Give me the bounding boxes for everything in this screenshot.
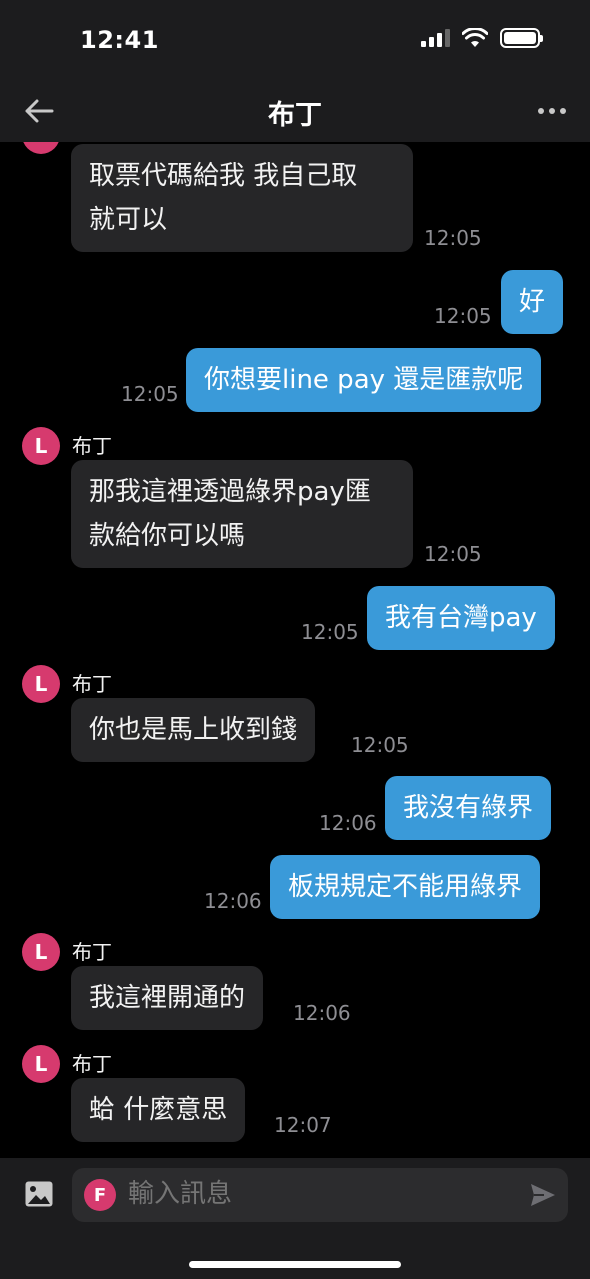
input-bar: F bbox=[0, 1158, 590, 1279]
outgoing-message[interactable]: 好 bbox=[501, 270, 564, 334]
sender-avatar[interactable]: L bbox=[22, 1045, 60, 1083]
incoming-message[interactable]: 那我這裡透過綠界pay匯 款給你可以嗎 bbox=[71, 460, 413, 568]
chat-title: 布丁 bbox=[268, 100, 322, 131]
sender-avatar[interactable]: L bbox=[22, 665, 60, 703]
message-time: 12:05 bbox=[351, 733, 409, 757]
sender-avatar[interactable]: L bbox=[22, 933, 60, 971]
message-time: 12:05 bbox=[301, 620, 359, 644]
more-icon[interactable] bbox=[538, 108, 566, 114]
top-bar: 12:41 布丁 bbox=[0, 0, 590, 142]
message-input-container[interactable]: F bbox=[72, 1168, 568, 1222]
status-time: 12:41 bbox=[80, 26, 159, 54]
sender-name: 布丁 bbox=[72, 434, 112, 458]
incoming-message[interactable]: 我這裡開通的 bbox=[71, 966, 264, 1030]
wifi-icon bbox=[462, 28, 488, 47]
message-time: 12:07 bbox=[274, 1113, 332, 1137]
battery-icon bbox=[500, 28, 543, 48]
message-time: 12:06 bbox=[204, 889, 262, 913]
incoming-message[interactable]: 你也是馬上收到錢 bbox=[71, 698, 316, 762]
status-icons bbox=[421, 28, 543, 48]
message-time: 12:05 bbox=[424, 226, 482, 250]
send-icon[interactable] bbox=[528, 1180, 558, 1210]
outgoing-message[interactable]: 你想要line pay 還是匯款呢 bbox=[186, 348, 542, 412]
incoming-message[interactable]: 取票代碼給我 我自己取 就可以 bbox=[71, 144, 413, 252]
home-indicator bbox=[189, 1261, 401, 1268]
message-time: 12:06 bbox=[293, 1001, 351, 1025]
incoming-message[interactable]: 蛤 什麼意思 bbox=[71, 1078, 246, 1142]
message-time: 12:06 bbox=[319, 811, 377, 835]
sender-avatar[interactable] bbox=[22, 142, 60, 154]
outgoing-message[interactable]: 我沒有綠界 bbox=[385, 776, 552, 840]
message-input[interactable] bbox=[128, 1179, 518, 1209]
user-avatar[interactable]: F bbox=[84, 1179, 116, 1211]
image-icon[interactable] bbox=[24, 1180, 54, 1208]
signal-icon bbox=[421, 29, 450, 47]
outgoing-message[interactable]: 我有台灣pay bbox=[367, 586, 555, 650]
sender-name: 布丁 bbox=[72, 672, 112, 696]
outgoing-message[interactable]: 板規規定不能用綠界 bbox=[270, 855, 541, 919]
message-time: 12:05 bbox=[424, 542, 482, 566]
sender-name: 布丁 bbox=[72, 1052, 112, 1076]
message-time: 12:05 bbox=[434, 304, 492, 328]
sender-name: 布丁 bbox=[72, 940, 112, 964]
sender-avatar[interactable]: L bbox=[22, 427, 60, 465]
message-list[interactable]: 取票代碼給我 我自己取 就可以 12:05 12:05 好 12:05 你想要l… bbox=[0, 142, 590, 1158]
message-time: 12:05 bbox=[121, 382, 179, 406]
